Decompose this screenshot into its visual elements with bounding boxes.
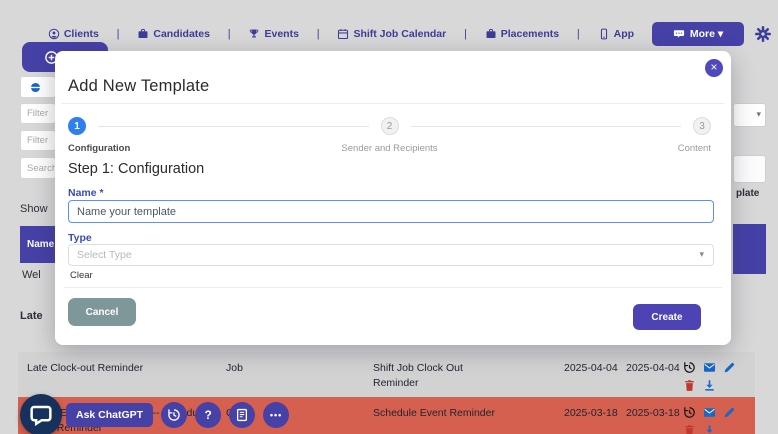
filter-input-2[interactable] (20, 130, 56, 151)
nav-label: Clients (63, 27, 99, 40)
show-entries-text: Show (20, 203, 48, 215)
history-icon[interactable] (683, 361, 696, 374)
wizard-stepper: 1 2 3 (68, 117, 711, 135)
step-connector (98, 125, 369, 127)
nav-item-clients[interactable]: Clients (48, 28, 99, 40)
step-3-circle[interactable]: 3 (693, 117, 711, 135)
create-button[interactable]: Create (633, 304, 701, 330)
template-name-input[interactable] (68, 200, 714, 223)
nav-label: App (613, 27, 635, 40)
step-heading: Step 1: Configuration (68, 161, 205, 177)
chevron-down-icon: ▾ (756, 109, 761, 119)
history-widget-button[interactable] (161, 402, 188, 428)
row-name: Late Clock-out Reminder (27, 362, 144, 374)
step-2-label: Sender and Recipients (341, 143, 438, 154)
search-input[interactable] (20, 157, 56, 179)
ask-chatgpt-button[interactable]: Ask ChatGPT (66, 403, 154, 427)
nav-label: Shift Job Calendar (353, 27, 447, 40)
nav-separator: | (316, 27, 320, 40)
globe-icon (29, 81, 42, 94)
nav-separator: | (576, 27, 580, 40)
help-widget-button[interactable]: ? (195, 402, 222, 428)
nav-items: Clients | Candidates | Events | Shift Jo… (30, 28, 652, 40)
type-select[interactable]: Select Type ▾ (68, 244, 714, 266)
clients-icon (48, 28, 60, 40)
row-actions (683, 361, 749, 392)
briefcase-icon (137, 28, 149, 40)
nav-label: Events (264, 27, 299, 40)
right-filter-box[interactable] (733, 155, 766, 183)
phone-icon (598, 28, 610, 40)
nav-item-placements[interactable]: Placements (485, 28, 559, 40)
docs-widget-button[interactable] (229, 402, 256, 428)
table-header-right-fragment (733, 224, 766, 274)
clear-link[interactable]: Clear (70, 270, 93, 281)
step-labels: Configuration Sender and Recipients Cont… (68, 143, 711, 154)
filter-input-1[interactable] (20, 103, 56, 124)
nav-item-events[interactable]: Events (248, 27, 299, 40)
template-link-fragment: plate (736, 188, 760, 199)
briefcase-icon (485, 28, 497, 40)
delete-trash-icon[interactable] (683, 379, 696, 392)
nav-separator: | (464, 27, 467, 40)
nav-separator: | (116, 27, 120, 40)
app-page: Clients | Candidates | Events | Shift Jo… (0, 0, 778, 434)
close-icon[interactable]: × (705, 59, 723, 77)
trophy-icon (248, 28, 260, 40)
email-icon[interactable] (703, 406, 716, 419)
speech-bubble-icon (673, 28, 685, 40)
download-icon[interactable] (703, 379, 716, 392)
modal-title: Add New Template (68, 77, 210, 95)
more-label: More ▾ (689, 27, 724, 40)
nav-item-app[interactable]: App (598, 28, 634, 40)
edit-pencil-icon[interactable] (723, 406, 736, 419)
step-1-label: Configuration (68, 143, 131, 154)
download-icon[interactable] (703, 424, 716, 434)
row-actions (683, 406, 749, 434)
more-dropdown-button[interactable]: More ▾ (652, 21, 744, 46)
nav-item-shift-job-calendar[interactable]: Shift Job Calendar (337, 28, 446, 40)
top-nav: Clients | Candidates | Events | Shift Jo… (30, 20, 772, 47)
nav-label: Placements (500, 27, 560, 40)
name-field-label: Name * (68, 187, 104, 199)
table-header-name: Name (20, 226, 57, 263)
delete-trash-icon[interactable] (683, 424, 696, 434)
chat-bubble-icon (30, 404, 52, 426)
type-field-label: Type (68, 232, 92, 244)
row-created-date: 2025-03-18 (564, 407, 618, 419)
table-row[interactable]: Late Clock-out Reminder Job Shift Job Cl… (18, 352, 755, 397)
book-icon (235, 408, 249, 422)
template-filter-iconbox[interactable] (20, 76, 56, 98)
settings-gear-icon[interactable] (754, 25, 772, 43)
type-select-placeholder: Select Type (77, 249, 132, 261)
more-widget-button[interactable]: ••• (263, 402, 290, 428)
row-created-date: 2025-04-04 (564, 362, 618, 374)
calendar-icon (337, 28, 349, 40)
cancel-button[interactable]: Cancel (68, 298, 136, 326)
history-icon (167, 408, 181, 422)
right-filter-dropdown[interactable]: ▾ (733, 103, 766, 127)
chat-widget-button[interactable] (20, 394, 62, 434)
floating-widgets: Ask ChatGPT ? ••• (20, 394, 290, 434)
email-icon[interactable] (703, 361, 716, 374)
latest-section-fragment: Late (20, 310, 43, 322)
nav-separator: | (227, 27, 231, 40)
nav-item-candidates[interactable]: Candidates (137, 28, 210, 40)
add-new-template-modal: × Add New Template 1 2 3 Configuration S… (55, 51, 731, 345)
row-template: Shift Job Clock Out Reminder (373, 362, 463, 390)
row-template: Schedule Event Reminder (373, 407, 495, 419)
divider (64, 287, 722, 288)
row-type: Job (226, 362, 243, 374)
chevron-down-icon: ▾ (699, 249, 704, 259)
step-2-circle[interactable]: 2 (380, 117, 399, 135)
step-1-circle[interactable]: 1 (68, 117, 86, 135)
step-connector (410, 125, 681, 127)
nav-label: Candidates (153, 27, 210, 40)
divider (62, 103, 724, 104)
table-row-fragment: Wel (22, 269, 41, 281)
step-3-label: Content (677, 143, 711, 154)
history-icon[interactable] (683, 406, 696, 419)
edit-pencil-icon[interactable] (723, 361, 736, 374)
